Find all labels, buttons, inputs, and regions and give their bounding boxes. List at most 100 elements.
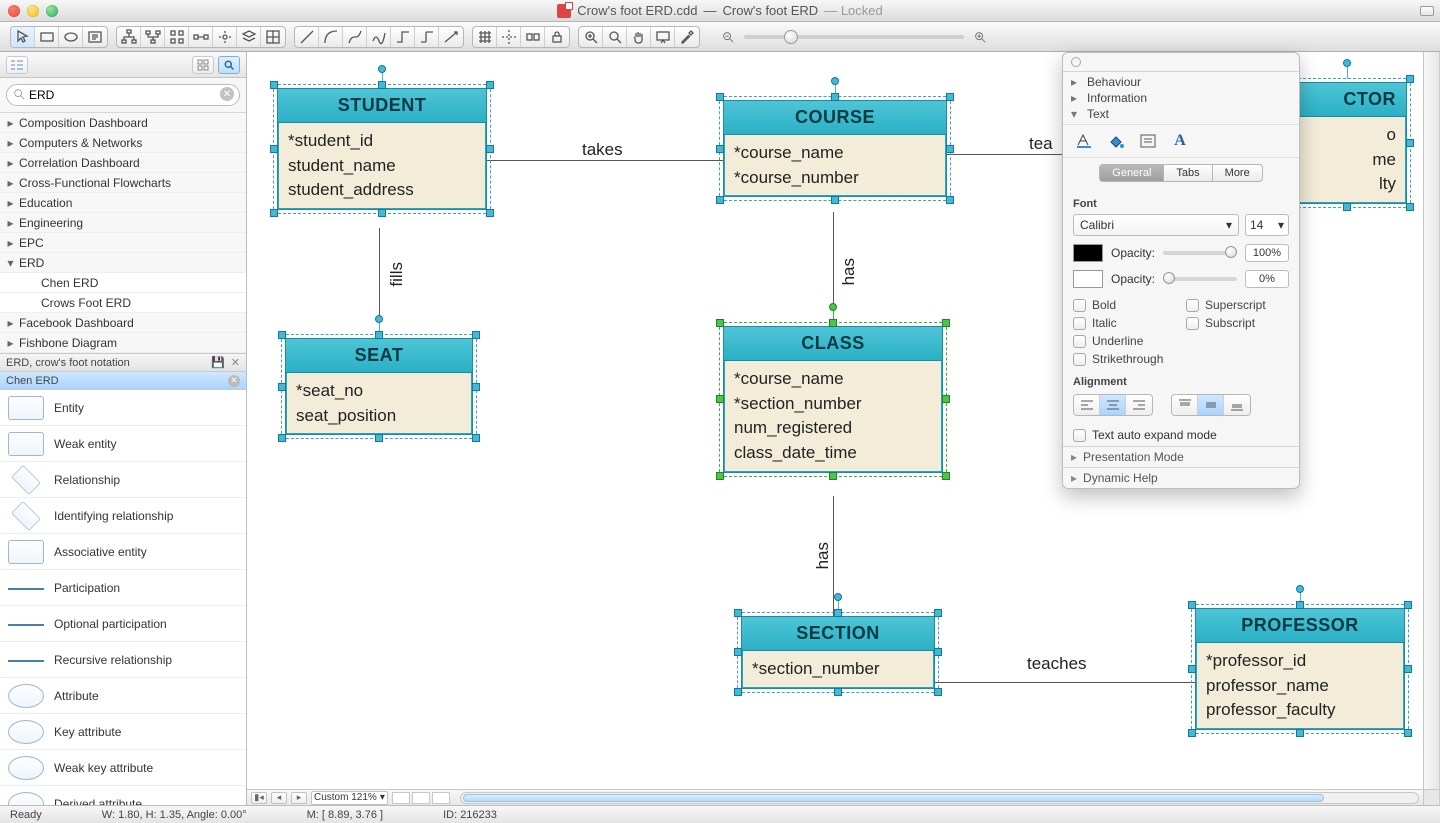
underline-checkbox[interactable]: Underline <box>1073 334 1176 348</box>
tree-item[interactable]: Correlation Dashboard <box>0 153 246 173</box>
align-top-button[interactable] <box>1172 395 1198 415</box>
shape-item[interactable]: Participation <box>0 570 246 606</box>
entity-course[interactable]: COURSE *course_name *course_number <box>723 100 947 197</box>
stencil-section-chen[interactable]: Chen ERD ✕ <box>0 372 246 390</box>
inspector-section-behaviour[interactable]: Behaviour <box>1063 74 1299 90</box>
ellipse-tool[interactable] <box>59 26 83 48</box>
entity-student[interactable]: STUDENT *student_id student_name student… <box>277 88 487 210</box>
page-next-button[interactable]: ▸ <box>291 792 307 804</box>
inspector-section-presentation[interactable]: Presentation Mode <box>1063 446 1299 467</box>
direct-connector-tool[interactable] <box>439 26 463 48</box>
shape-item[interactable]: Optional participation <box>0 606 246 642</box>
font-size-input[interactable]: 14▾ <box>1245 214 1289 236</box>
grid-layout-tool[interactable] <box>165 26 189 48</box>
page-thumb[interactable] <box>412 792 430 804</box>
zoom-out-icon[interactable] <box>720 29 736 45</box>
rect-tool[interactable] <box>35 26 59 48</box>
rotate-handle[interactable] <box>831 77 839 85</box>
hscroll-thumb[interactable] <box>463 794 1324 802</box>
rotate-handle[interactable] <box>378 65 386 73</box>
bezier-tool[interactable] <box>343 26 367 48</box>
lock-tool[interactable] <box>545 26 569 48</box>
italic-checkbox[interactable]: Italic <box>1073 316 1176 330</box>
close-window-button[interactable] <box>8 5 20 17</box>
fill-color-icon[interactable] <box>1105 131 1127 151</box>
text-color-swatch[interactable] <box>1073 244 1103 262</box>
inspector-pin-icon[interactable] <box>1071 57 1081 67</box>
tree-item[interactable]: Chen ERD <box>0 273 246 293</box>
text-opacity-slider[interactable] <box>1163 251 1237 255</box>
page-thumb[interactable] <box>432 792 450 804</box>
align-left-button[interactable] <box>1074 395 1100 415</box>
page-thumb[interactable] <box>392 792 410 804</box>
text-tool[interactable] <box>83 26 107 48</box>
tab-more[interactable]: More <box>1213 164 1263 182</box>
tree-item[interactable]: Cross-Functional Flowcharts <box>0 173 246 193</box>
text-box-icon[interactable] <box>1137 131 1159 151</box>
line-tool[interactable] <box>295 26 319 48</box>
align-right-button[interactable] <box>1126 395 1152 415</box>
entity-class[interactable]: CLASS *course_name *section_number num_r… <box>723 326 943 473</box>
titlebar-corner-button[interactable] <box>1420 6 1434 16</box>
shape-item[interactable]: Associative entity <box>0 534 246 570</box>
shape-item[interactable]: Relationship <box>0 462 246 498</box>
shape-item[interactable]: Key attribute <box>0 714 246 750</box>
back-opacity-value[interactable]: 0% <box>1245 270 1289 288</box>
tree-item[interactable]: Education <box>0 193 246 213</box>
library-search-input[interactable] <box>6 84 240 106</box>
zoom-thumb[interactable] <box>784 30 798 44</box>
vertical-scrollbar[interactable] <box>1423 52 1439 789</box>
minimize-window-button[interactable] <box>27 5 39 17</box>
presentation-tool[interactable] <box>651 26 675 48</box>
shape-item[interactable]: Recursive relationship <box>0 642 246 678</box>
shape-item[interactable]: Attribute <box>0 678 246 714</box>
entity-professor[interactable]: PROFESSOR *professor_id professor_name p… <box>1195 608 1405 730</box>
grid-view-tab[interactable] <box>192 56 214 74</box>
strikethrough-checkbox[interactable]: Strikethrough <box>1073 352 1176 366</box>
tree-item[interactable]: Facebook Dashboard <box>0 313 246 333</box>
shape-item[interactable]: Weak entity <box>0 426 246 462</box>
rotate-handle[interactable] <box>1343 59 1351 67</box>
entity-section[interactable]: SECTION *section_number <box>741 616 935 689</box>
tree-item[interactable]: Crows Foot ERD <box>0 293 246 313</box>
shape-item[interactable]: Weak key attribute <box>0 750 246 786</box>
spline-tool[interactable] <box>367 26 391 48</box>
auto-expand-checkbox[interactable]: Text auto expand mode <box>1073 428 1289 442</box>
tab-tabs[interactable]: Tabs <box>1164 164 1212 182</box>
align-middle-button[interactable] <box>1198 395 1224 415</box>
snap-objects-tool[interactable] <box>521 26 545 48</box>
subscript-checkbox[interactable]: Subscript <box>1186 316 1289 330</box>
zoom-combo[interactable]: Custom 121%▾ <box>311 791 388 805</box>
page-prev-button[interactable]: ◂ <box>271 792 287 804</box>
entity-instructor[interactable]: CTOR o me lty <box>1287 82 1407 204</box>
zoom-slider[interactable] <box>720 29 988 45</box>
tree-item[interactable]: ERD <box>0 253 246 273</box>
rel-takes-line[interactable] <box>487 160 723 161</box>
superscript-checkbox[interactable]: Superscript <box>1186 298 1289 312</box>
inspector-section-dynhelp[interactable]: Dynamic Help <box>1063 467 1299 488</box>
pan-tool[interactable] <box>627 26 651 48</box>
round-connector-tool[interactable] <box>415 26 439 48</box>
chain-layout-tool[interactable] <box>141 26 165 48</box>
stencil-section-crowsfoot[interactable]: ERD, crow's foot notation 💾 ✕ <box>0 354 246 372</box>
text-opacity-value[interactable]: 100% <box>1245 244 1289 262</box>
zoom-tool[interactable] <box>603 26 627 48</box>
align-bottom-button[interactable] <box>1224 395 1250 415</box>
rel-teaches-line[interactable] <box>935 682 1195 683</box>
rotate-handle[interactable] <box>829 303 837 311</box>
library-tree-tab[interactable] <box>6 56 28 74</box>
font-family-select[interactable]: Calibri▾ <box>1073 214 1239 236</box>
eyedropper-tool[interactable] <box>675 26 699 48</box>
search-tab[interactable] <box>218 56 240 74</box>
zoom-in-icon[interactable] <box>972 29 988 45</box>
pointer-tool[interactable] <box>11 26 35 48</box>
snap-guides-tool[interactable] <box>497 26 521 48</box>
tree-layout-tool[interactable] <box>117 26 141 48</box>
font-style-icon[interactable]: A <box>1169 131 1191 151</box>
shape-item[interactable]: Derived attribute <box>0 786 246 805</box>
arc-tool[interactable] <box>319 26 343 48</box>
rotate-handle[interactable] <box>1296 585 1304 593</box>
back-opacity-slider[interactable] <box>1163 277 1237 281</box>
text-color-icon[interactable] <box>1073 131 1095 151</box>
tab-general[interactable]: General <box>1099 164 1164 182</box>
